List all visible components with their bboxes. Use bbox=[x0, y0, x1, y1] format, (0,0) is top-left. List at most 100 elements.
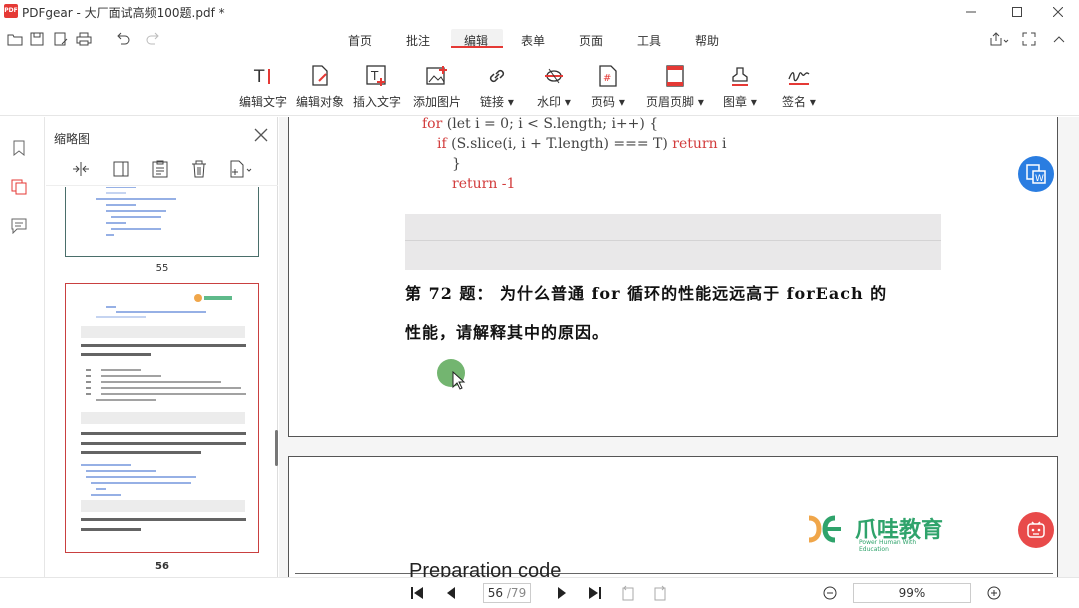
svg-text:T: T bbox=[370, 69, 379, 83]
signature-icon bbox=[787, 64, 811, 88]
zoom-in-icon bbox=[987, 586, 1001, 600]
app-logo: PDF bbox=[4, 4, 18, 18]
window-title: PDFgear - 大厂面试高频100题.pdf * bbox=[22, 6, 225, 20]
thumbnail-page-56[interactable] bbox=[65, 283, 259, 553]
zoom-in-button[interactable] bbox=[986, 585, 1002, 601]
watermark-label: 水印 ▾ bbox=[537, 95, 571, 109]
first-page-button[interactable] bbox=[409, 585, 425, 601]
print-button[interactable] bbox=[75, 30, 93, 48]
edit-text-button[interactable]: T 编辑文字 bbox=[239, 64, 287, 110]
tab-help[interactable]: 帮助 bbox=[695, 32, 719, 49]
trash-icon bbox=[192, 160, 206, 178]
share-button[interactable] bbox=[988, 30, 1010, 48]
insert-text-button[interactable]: T 插入文字 bbox=[353, 64, 401, 110]
save-icon bbox=[30, 32, 44, 46]
split-icon bbox=[73, 162, 89, 176]
edit-object-icon bbox=[308, 64, 332, 88]
pdf-page-55: for (let i = 0; i < S.length; i++) { if … bbox=[288, 117, 1058, 437]
code-line-1: for (let i = 0; i < S.length; i++) { bbox=[422, 117, 659, 132]
redo-icon bbox=[146, 32, 159, 45]
ai-assistant-button[interactable] bbox=[1018, 512, 1054, 548]
split-page-button[interactable] bbox=[70, 158, 92, 180]
minimize-button[interactable] bbox=[948, 0, 994, 24]
svg-text:T: T bbox=[253, 67, 265, 86]
link-button[interactable]: 链接 ▾ bbox=[480, 64, 514, 110]
thumbnail-scrollbar[interactable] bbox=[275, 430, 278, 466]
zoom-level-input[interactable]: 99% bbox=[853, 583, 971, 603]
collapse-ribbon-button[interactable] bbox=[1050, 30, 1068, 48]
save-as-button[interactable] bbox=[52, 30, 70, 48]
save-button[interactable] bbox=[28, 30, 46, 48]
close-icon bbox=[254, 128, 268, 142]
more-page-actions-button[interactable] bbox=[228, 158, 256, 180]
tab-page[interactable]: 页面 bbox=[579, 32, 603, 49]
fullscreen-button[interactable] bbox=[1020, 30, 1038, 48]
insert-page-button[interactable] bbox=[149, 158, 171, 180]
link-label: 链接 ▾ bbox=[480, 95, 514, 109]
redo-button[interactable] bbox=[144, 30, 162, 48]
document-view[interactable]: for (let i = 0; i < S.length; i++) { if … bbox=[279, 117, 1079, 577]
stamp-icon bbox=[728, 64, 752, 88]
code-block-background bbox=[405, 214, 941, 270]
comments-panel-button[interactable] bbox=[10, 217, 28, 235]
close-icon bbox=[1053, 7, 1063, 17]
delete-page-button[interactable] bbox=[188, 158, 210, 180]
previous-page-icon bbox=[447, 587, 455, 599]
previous-page-button[interactable] bbox=[443, 585, 459, 601]
thumbnail-page-number: 56 bbox=[155, 561, 169, 572]
open-button[interactable] bbox=[6, 30, 24, 48]
add-page-icon bbox=[230, 160, 252, 178]
page-layout-icon bbox=[113, 161, 129, 177]
rotate-right-button[interactable] bbox=[652, 585, 668, 601]
brand-logo: 爪哇教育 Power Human With Education bbox=[805, 512, 945, 553]
close-thumbnail-panel-button[interactable] bbox=[254, 128, 270, 144]
thumbnail-panel-button[interactable] bbox=[10, 178, 28, 196]
tab-home[interactable]: 首页 bbox=[348, 32, 372, 49]
left-rail bbox=[0, 117, 45, 608]
svg-text:W: W bbox=[1035, 174, 1044, 184]
zoom-out-button[interactable] bbox=[822, 585, 838, 601]
tab-annotate[interactable]: 批注 bbox=[406, 32, 430, 49]
next-page-button[interactable] bbox=[554, 585, 570, 601]
maximize-button[interactable] bbox=[994, 0, 1040, 24]
code-line-3: } bbox=[452, 156, 461, 172]
add-image-icon bbox=[425, 64, 449, 88]
add-image-button[interactable]: 添加图片 bbox=[413, 64, 461, 110]
bookmark-panel-button[interactable] bbox=[10, 139, 28, 157]
edit-object-button[interactable]: 编辑对象 bbox=[296, 64, 344, 110]
extract-page-button[interactable] bbox=[110, 158, 132, 180]
stamp-button[interactable]: 图章 ▾ bbox=[723, 64, 757, 110]
chevron-up-icon bbox=[1053, 36, 1065, 43]
comment-icon bbox=[11, 218, 27, 234]
question-heading-line-2: 性能，请解释其中的原因。 bbox=[405, 323, 610, 342]
maximize-icon bbox=[1012, 7, 1022, 17]
close-window-button[interactable] bbox=[1035, 0, 1079, 24]
page-number-icon: # bbox=[596, 64, 620, 88]
next-page-icon bbox=[558, 587, 566, 599]
minimize-icon bbox=[966, 11, 976, 13]
tab-tools[interactable]: 工具 bbox=[637, 32, 661, 49]
thumbnail-list: 55 56 bbox=[46, 187, 278, 577]
header-footer-label: 页眉页脚 ▾ bbox=[646, 95, 704, 109]
undo-button[interactable] bbox=[114, 30, 132, 48]
question-heading-line-1: 第 72 题： 为什么普通 for 循环的性能远远高于 forEach 的 bbox=[405, 284, 888, 303]
add-image-label: 添加图片 bbox=[413, 95, 462, 109]
code-line-2: if (S.slice(i, i + T.length) === T) retu… bbox=[437, 136, 727, 152]
header-footer-button[interactable]: 页眉页脚 ▾ bbox=[646, 64, 704, 110]
watermark-icon bbox=[542, 64, 566, 88]
thumbnail-brand-logo bbox=[194, 294, 234, 302]
watermark-button[interactable]: 水印 ▾ bbox=[537, 64, 571, 110]
rotate-left-button[interactable] bbox=[620, 585, 636, 601]
thumbnail-page-number: 55 bbox=[155, 263, 169, 274]
signature-button[interactable]: 签名 ▾ bbox=[782, 64, 816, 110]
pdf-page-56: 爪哇教育 Power Human With Education Preparat… bbox=[288, 456, 1058, 577]
thumbnail-panel: 缩略图 55 56 bbox=[46, 117, 278, 577]
first-page-icon bbox=[411, 587, 423, 599]
last-page-button[interactable] bbox=[587, 585, 603, 601]
page-number-button[interactable]: # 页码 ▾ bbox=[591, 64, 625, 110]
convert-to-word-button[interactable]: W bbox=[1018, 156, 1054, 192]
page-number-input[interactable]: 56 /79 bbox=[483, 583, 531, 603]
thumbnail-page-55[interactable] bbox=[65, 187, 259, 257]
title-bar: PDF PDFgear - 大厂面试高频100题.pdf * bbox=[0, 0, 1079, 24]
tab-form[interactable]: 表单 bbox=[521, 32, 545, 49]
